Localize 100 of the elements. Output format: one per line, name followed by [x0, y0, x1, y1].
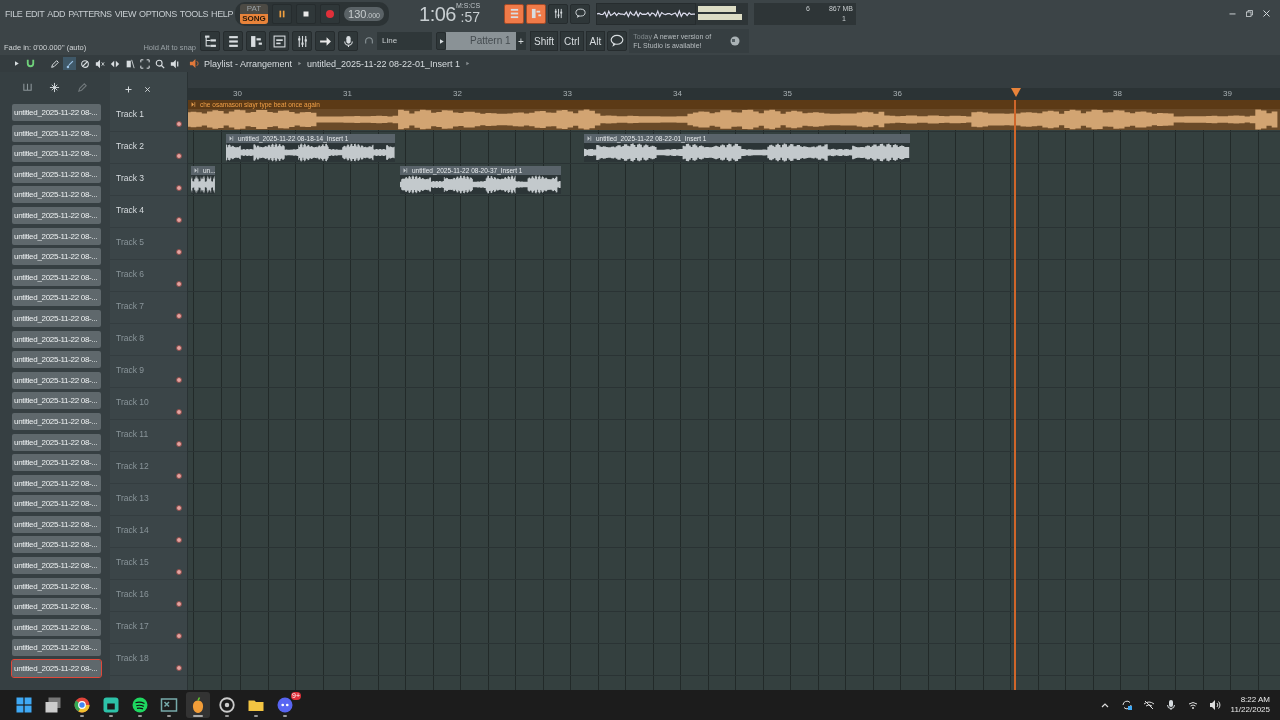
track-enable-switch[interactable]: [176, 313, 182, 319]
browser-item[interactable]: untitled_2025-11-22 08-...: [12, 639, 101, 657]
browser-item[interactable]: untitled_2025-11-22 08-...: [12, 145, 101, 163]
track-header[interactable]: Track 7: [110, 292, 187, 324]
brush-tool[interactable]: [63, 57, 76, 70]
browser-item[interactable]: untitled_2025-11-22 08-...: [12, 309, 101, 327]
playlist-button[interactable]: [269, 31, 289, 51]
track-enable-switch[interactable]: [176, 409, 182, 415]
speech-bubble-button[interactable]: [607, 31, 628, 51]
browser-item[interactable]: untitled_2025-11-22 08-...: [12, 227, 101, 245]
x-icon[interactable]: [143, 85, 152, 94]
piano-roll-button[interactable]: [526, 3, 546, 24]
browser-item[interactable]: untitled_2025-11-22 08-...: [12, 124, 101, 142]
track-enable-switch[interactable]: [176, 281, 182, 287]
browser-item[interactable]: untitled_2025-11-22 08-...: [12, 165, 101, 183]
modifier-button[interactable]: Shift: [530, 31, 558, 51]
volume-icon[interactable]: [1208, 699, 1221, 711]
track-enable-switch[interactable]: [176, 345, 182, 351]
menu-item[interactable]: VIEW: [114, 8, 137, 19]
browser-item[interactable]: untitled_2025-11-22 08-...: [12, 454, 101, 472]
browser-item[interactable]: untitled_2025-11-22 08-...: [12, 206, 101, 224]
mixer-button[interactable]: [292, 31, 312, 51]
track-header[interactable]: Track 4: [110, 196, 187, 228]
browser-item[interactable]: untitled_2025-11-22 08-...: [12, 495, 101, 513]
wifi-icon[interactable]: [1186, 699, 1199, 711]
track-header[interactable]: Track 15: [110, 548, 187, 580]
sparkle-icon[interactable]: [49, 81, 61, 93]
mixer-button[interactable]: [548, 3, 568, 24]
track-enable-switch[interactable]: [176, 633, 182, 639]
track-header[interactable]: Track 5: [110, 228, 187, 260]
track-header[interactable]: Track 11: [110, 420, 187, 452]
track-enable-switch[interactable]: [176, 377, 182, 383]
menu-item[interactable]: PATTERNS: [68, 8, 112, 19]
magnet-icon[interactable]: [25, 58, 36, 69]
piano-roll-button[interactable]: [246, 31, 266, 51]
browser-item[interactable]: untitled_2025-11-22 08-...: [12, 474, 101, 492]
folder-tree-button[interactable]: [200, 31, 220, 51]
browser-item[interactable]: untitled_2025-11-22 08-...: [12, 289, 101, 307]
arrow-right-button[interactable]: [315, 31, 335, 51]
sync-icon[interactable]: [1120, 699, 1133, 711]
microphone-button[interactable]: [338, 31, 358, 51]
browser-item[interactable]: untitled_2025-11-22 08-...: [12, 660, 101, 678]
breadcrumb-item[interactable]: untitled_2025-11-22 08-22-01_Insert 1: [307, 58, 460, 69]
channel-rack-button[interactable]: [223, 31, 243, 51]
track-enable-switch[interactable]: [176, 473, 182, 479]
modifier-button[interactable]: Ctrl: [560, 31, 584, 51]
track-header[interactable]: Track 9: [110, 356, 187, 388]
speech-bubble-button[interactable]: [570, 3, 590, 24]
track-header[interactable]: Track 14: [110, 516, 187, 548]
mute-tool[interactable]: [93, 57, 106, 70]
track-enable-switch[interactable]: [176, 217, 182, 223]
track-header[interactable]: Track 2: [110, 132, 187, 164]
track-enable-switch[interactable]: [176, 569, 182, 575]
browser-item[interactable]: untitled_2025-11-22 08-...: [12, 392, 101, 410]
track-enable-switch[interactable]: [176, 153, 182, 159]
browser-item[interactable]: untitled_2025-11-22 08-...: [12, 618, 101, 636]
menu-item[interactable]: HELP: [211, 8, 234, 19]
menu-item[interactable]: OPTIONS: [139, 8, 177, 19]
track-enable-switch[interactable]: [176, 121, 182, 127]
mode-switch[interactable]: PAT SONG: [240, 3, 269, 24]
mode-option[interactable]: PAT: [240, 3, 269, 14]
arrow-button[interactable]: [436, 32, 446, 50]
select-tool[interactable]: [138, 57, 151, 70]
pencil-tool[interactable]: [48, 57, 61, 70]
snap-dropdown[interactable]: Line: [377, 32, 432, 50]
zoom-tool[interactable]: [153, 57, 166, 70]
track-header[interactable]: Track 1: [110, 100, 187, 132]
microphone-icon[interactable]: [1164, 699, 1177, 711]
modifier-button[interactable]: Alt: [585, 31, 606, 51]
stop-button[interactable]: [296, 3, 317, 24]
track-enable-switch[interactable]: [176, 185, 182, 191]
menu-item[interactable]: TOOLS: [179, 8, 209, 19]
browser-item[interactable]: untitled_2025-11-22 08-...: [12, 577, 101, 595]
track-header[interactable]: Track 18: [110, 644, 187, 676]
track-header[interactable]: Track 17: [110, 612, 187, 644]
pause-button[interactable]: [272, 3, 293, 24]
menu-item[interactable]: FILE: [5, 8, 23, 19]
headphones-icon[interactable]: [364, 36, 374, 46]
plus-icon[interactable]: [124, 85, 133, 94]
prohibited-tool[interactable]: [78, 57, 91, 70]
browser-item[interactable]: untitled_2025-11-22 08-...: [12, 536, 101, 554]
mode-option[interactable]: SONG: [240, 13, 269, 24]
track-header[interactable]: Track 6: [110, 260, 187, 292]
taskbar-clock[interactable]: 8:22 AM 11/22/2025: [1230, 695, 1270, 715]
browser-item[interactable]: untitled_2025-11-22 08-...: [12, 248, 101, 266]
browser-item[interactable]: untitled_2025-11-22 08-...: [12, 433, 101, 451]
menu-item[interactable]: ADD: [47, 8, 66, 19]
menu-item[interactable]: EDIT: [25, 8, 45, 19]
speaker-icon[interactable]: [189, 58, 200, 69]
track-header[interactable]: Track 12: [110, 452, 187, 484]
track-header[interactable]: Track 3: [110, 164, 187, 196]
track-header[interactable]: Track 16: [110, 580, 187, 612]
browser-item[interactable]: untitled_2025-11-22 08-...: [12, 371, 101, 389]
track-enable-switch[interactable]: [176, 601, 182, 607]
track-header[interactable]: Track 10: [110, 388, 187, 420]
track-header[interactable]: Track 8: [110, 324, 187, 356]
browser-item[interactable]: untitled_2025-11-22 08-...: [12, 104, 101, 121]
pattern-selector[interactable]: Pattern 1: [446, 32, 516, 50]
track-enable-switch[interactable]: [176, 249, 182, 255]
add-pattern-button[interactable]: +: [516, 32, 526, 50]
